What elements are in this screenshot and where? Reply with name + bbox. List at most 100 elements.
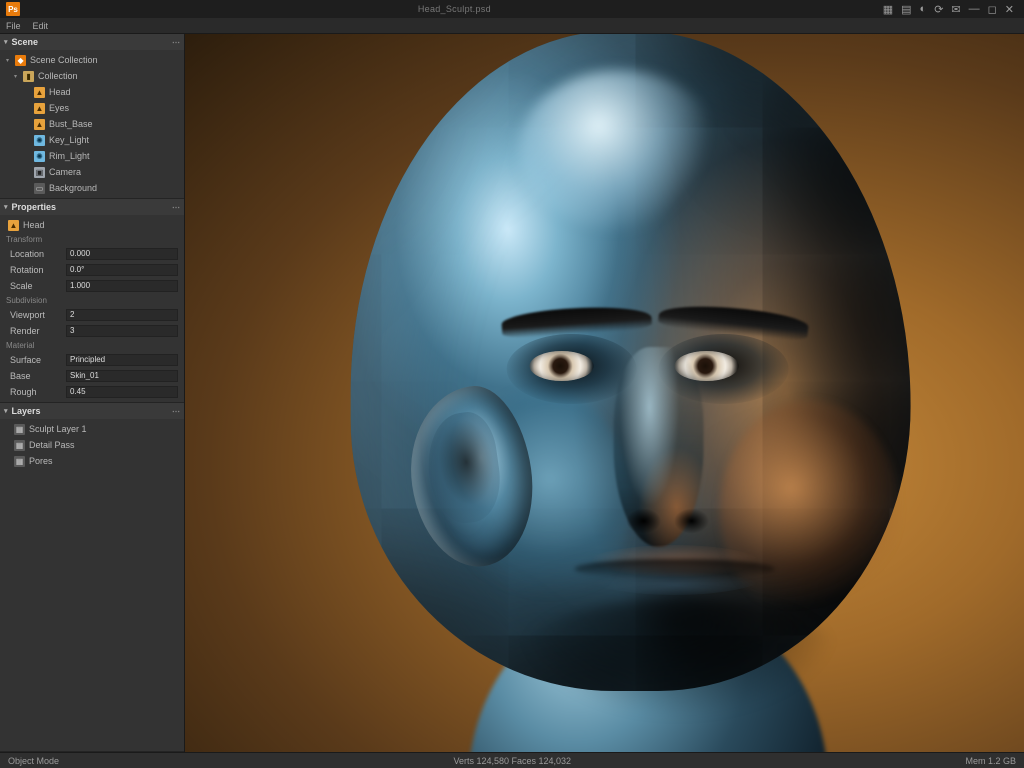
prop-label: Rotation <box>10 265 62 275</box>
menu-edit[interactable]: Edit <box>33 21 49 31</box>
prop-row: Viewport 2 <box>0 307 184 323</box>
properties-header[interactable]: ▾ Properties ⋯ <box>0 199 184 215</box>
prop-group-label: Transform <box>0 233 184 246</box>
prop-value-field[interactable]: 1.000 <box>66 280 178 292</box>
3d-viewport[interactable] <box>185 34 1024 752</box>
folder-icon: ▮ <box>23 71 34 82</box>
outliner-item-label: Collection <box>38 71 78 81</box>
menu-file[interactable]: File <box>6 21 21 31</box>
outliner-item[interactable]: ▣ Camera <box>0 164 184 180</box>
layout-icon[interactable]: ▦ <box>883 3 893 16</box>
prop-label: Scale <box>10 281 62 291</box>
layer-icon: ▦ <box>14 424 25 435</box>
outliner-item[interactable]: ▲ Bust_Base <box>0 116 184 132</box>
layer-item[interactable]: ▦ Sculpt Layer 1 <box>0 421 184 437</box>
active-object-label: Head <box>23 220 45 230</box>
layer-item[interactable]: ▦ Detail Pass <box>0 437 184 453</box>
layer-item[interactable]: ▦ Pores <box>0 453 184 469</box>
outliner-item[interactable]: ✺ Rim_Light <box>0 148 184 164</box>
mesh-icon: ▲ <box>34 103 45 114</box>
window-close-icon[interactable]: ✕ <box>1005 3 1014 16</box>
layer-icon: ▦ <box>14 440 25 451</box>
prop-group-label: Material <box>0 339 184 352</box>
prop-value-field[interactable]: Principled <box>66 354 178 366</box>
chevron-down-icon: ▾ <box>4 407 8 415</box>
bell-icon[interactable]: ✉ <box>951 3 960 16</box>
light-icon: ✺ <box>34 151 45 162</box>
app-badge-icon: Ps <box>6 2 20 16</box>
left-sidebar: ▾ Scene ⋯ ▾ ◆ Scene Collection ▾ ▮ Collectio… <box>0 34 185 752</box>
prop-row: Rotation 0.0° <box>0 262 184 278</box>
prop-label: Surface <box>10 355 62 365</box>
outliner-item[interactable]: ▭ Background <box>0 180 184 196</box>
mesh-icon: ▲ <box>34 119 45 130</box>
chevron-down-icon: ▾ <box>6 57 9 64</box>
window-maximize-icon[interactable]: ◻ <box>988 3 997 16</box>
scene-icon: ◆ <box>15 55 26 66</box>
outliner-item-label: Background <box>49 183 97 193</box>
properties-title: Properties <box>12 202 57 212</box>
prop-group-label: Subdivision <box>0 294 184 307</box>
prop-value-field[interactable]: 0.0° <box>66 264 178 276</box>
sync-icon[interactable]: ⟳ <box>934 3 943 16</box>
outliner-item[interactable]: ▾▮Collection <box>0 68 184 84</box>
prop-value-field[interactable]: 3 <box>66 325 178 337</box>
prop-label: Render <box>10 326 62 336</box>
window-minimize-icon[interactable]: — <box>969 3 980 15</box>
prop-value-field[interactable]: 2 <box>66 309 178 321</box>
outliner-item-label: Camera <box>49 167 81 177</box>
mesh-icon: ▲ <box>34 87 45 98</box>
panel-menu-icon[interactable]: ⋯ <box>172 407 180 416</box>
prop-value-field[interactable]: 0.000 <box>66 248 178 260</box>
outliner-item[interactable]: ✺Key_Light <box>0 132 184 148</box>
prop-value-field[interactable]: 0.45 <box>66 386 178 398</box>
title-bar: Ps Head_Sculpt.psd ▦ ▤ ◐ ⟳ ✉ — ◻ ✕ <box>0 0 1024 18</box>
layers-body: ▦ Sculpt Layer 1 ▦ Detail Pass ▦ Pores <box>0 419 184 471</box>
layers-header[interactable]: ▾ Layers ⋯ <box>0 403 184 419</box>
properties-panel: ▾ Properties ⋯ ▲ Head Transform Location… <box>0 199 184 403</box>
layer-item-label: Pores <box>29 456 53 466</box>
plane-icon: ▭ <box>34 183 45 194</box>
prop-label: Rough <box>10 387 62 397</box>
menu-bar: File Edit <box>0 18 1024 34</box>
outliner-item-label: Bust_Base <box>49 119 93 129</box>
camera-icon: ▣ <box>34 167 45 178</box>
prop-row: Scale 1.000 <box>0 278 184 294</box>
active-object-row: ▲ Head <box>0 217 184 233</box>
layer-item-label: Sculpt Layer 1 <box>29 424 87 434</box>
panel-menu-icon[interactable]: ⋯ <box>172 203 180 212</box>
document-title: Head_Sculpt.psd <box>26 4 883 14</box>
outliner-item-label: Scene Collection <box>30 55 98 65</box>
outliner-header[interactable]: ▾ Scene ⋯ <box>0 34 184 50</box>
app-window: Ps Head_Sculpt.psd ▦ ▤ ◐ ⟳ ✉ — ◻ ✕ File … <box>0 0 1024 768</box>
prop-row: Surface Principled <box>0 352 184 368</box>
outliner-body: ▾ ◆ Scene Collection ▾ ▮ Collection ▲ Head ▲ E… <box>0 50 184 198</box>
prop-value-field[interactable]: Skin_01 <box>66 370 178 382</box>
mesh-icon: ▲ <box>8 220 19 231</box>
prop-label: Viewport <box>10 310 62 320</box>
layers-panel: ▾ Layers ⋯ ▦ Sculpt Layer 1 ▦ Detail Pass … <box>0 403 184 752</box>
prop-row: Render 3 <box>0 323 184 339</box>
outliner-item-label: Rim_Light <box>49 151 90 161</box>
prop-row: Base Skin_01 <box>0 368 184 384</box>
status-mode: Object Mode <box>8 756 59 766</box>
outliner-item[interactable]: ▲ Eyes <box>0 100 184 116</box>
layer-item-label: Detail Pass <box>29 440 75 450</box>
outliner-panel: ▾ Scene ⋯ ▾ ◆ Scene Collection ▾ ▮ Collectio… <box>0 34 184 199</box>
layer-icon: ▦ <box>14 456 25 467</box>
globe-icon[interactable]: ◐ <box>920 3 927 15</box>
prop-label: Base <box>10 371 62 381</box>
outliner-item-label: Key_Light <box>49 135 89 145</box>
outliner-title: Scene <box>12 37 39 47</box>
outliner-item-label: Eyes <box>49 103 69 113</box>
panel-menu-icon[interactable]: ⋯ <box>172 38 180 47</box>
status-memory: Mem 1.2 GB <box>966 756 1017 766</box>
outliner-item[interactable]: ▾ ◆ Scene Collection <box>0 52 184 68</box>
grid-icon[interactable]: ▤ <box>901 3 911 16</box>
outliner-item[interactable]: ▲ Head <box>0 84 184 100</box>
prop-row: Location 0.000 <box>0 246 184 262</box>
prop-row: Rough 0.45 <box>0 384 184 400</box>
outliner-item-label: Head <box>49 87 71 97</box>
prop-label: Location <box>10 249 62 259</box>
chevron-down-icon: ▾ <box>4 38 8 46</box>
